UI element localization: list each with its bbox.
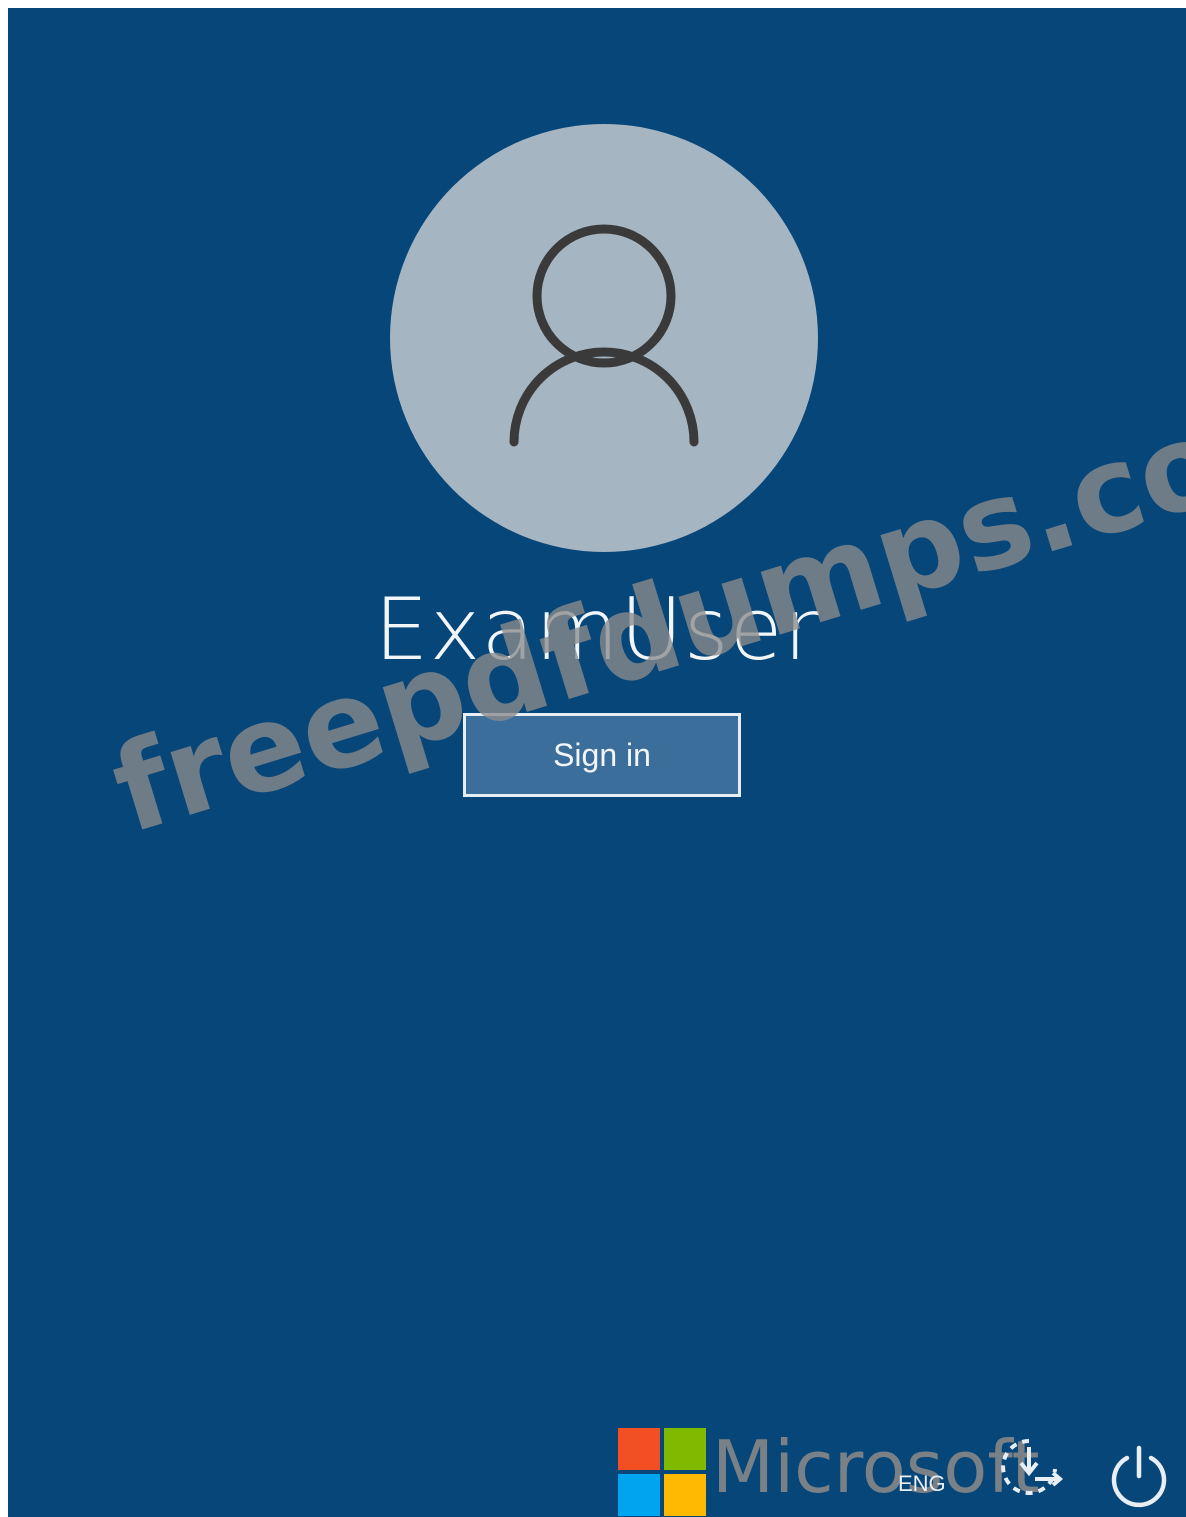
- username: ExamUser: [374, 580, 820, 680]
- logo-square-red: [618, 1428, 660, 1470]
- logo-square-blue: [618, 1474, 660, 1516]
- logo-square-green: [664, 1428, 706, 1470]
- sign-in-button[interactable]: Sign in: [463, 713, 741, 797]
- logo-square-yellow: [664, 1474, 706, 1516]
- user-icon: [509, 224, 699, 447]
- microsoft-logo: [618, 1428, 708, 1517]
- photo-frame: ExamUser Sign in freepdfdumps.com Micros…: [0, 0, 1186, 1517]
- power-icon[interactable]: [1106, 1444, 1172, 1510]
- microsoft-wordmark: Microsoft: [712, 1425, 1040, 1509]
- language-indicator[interactable]: ENG: [898, 1471, 946, 1497]
- avatar: [390, 124, 818, 552]
- accessibility-icon[interactable]: [993, 1433, 1065, 1505]
- lock-screen: ExamUser Sign in freepdfdumps.com Micros…: [8, 8, 1186, 1517]
